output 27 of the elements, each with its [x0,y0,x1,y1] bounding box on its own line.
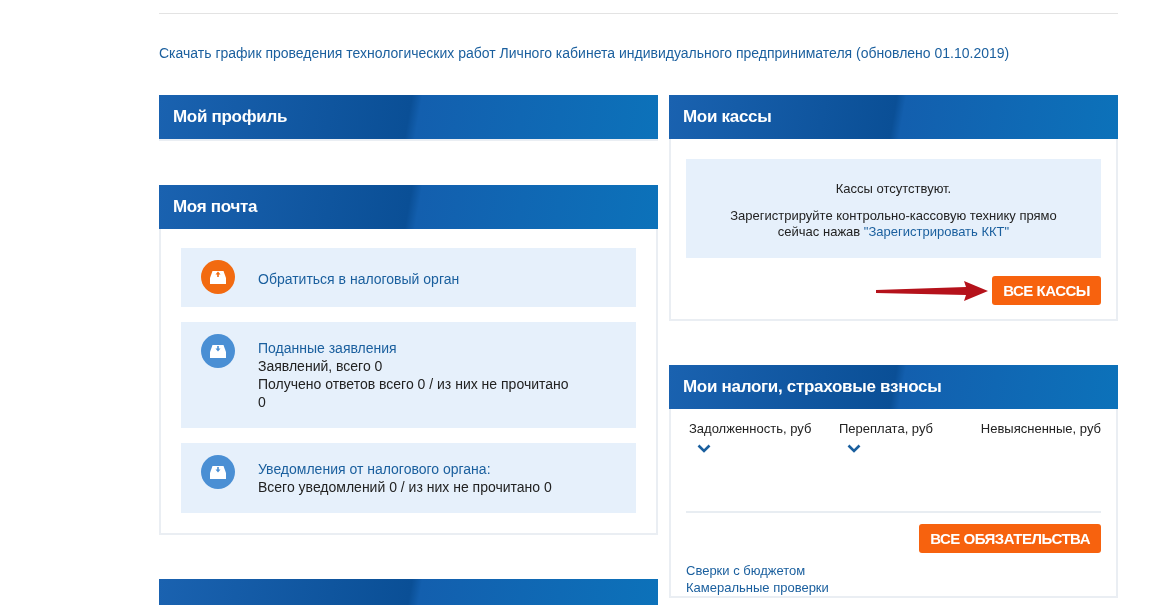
notice-hint: Зарегистрируйте контрольно-кассовую технику прямо сейчас нажав "Зарегистрировать ККТ" [729,208,1058,240]
tax-link[interactable]: Камеральные проверки [686,579,1101,596]
download-tray-icon [201,334,235,368]
panel-title: Моя почта [173,197,258,217]
download-tray-icon [201,455,235,489]
all-registers-button[interactable]: ВСЕ КАССЫ [992,276,1101,305]
panel-title: Мои кассы [683,107,772,127]
register-link[interactable]: "Зарегистрировать ККТ" [863,224,1010,239]
mail-info: Заявлений, всего 0 [258,357,384,375]
mail-link[interactable]: Обратиться в налоговый орган [258,269,460,288]
tax-link[interactable]: Сверки с бюджетом [686,562,1101,579]
download-link[interactable]: Скачать график проведения технологических работ Личного кабинета индивидуального предпринимателя (обновлено 01.10.2019) [159,44,1173,62]
arrow-icon [876,278,989,303]
mail-link[interactable]: Поданные заявления [258,339,578,357]
upload-tray-icon [201,260,235,294]
column-label: Невыясненные, руб [980,421,1101,436]
all-obligations-button[interactable]: ВСЕ ОБЯЗАТЕЛЬСТВА [919,524,1101,553]
chevron-down-icon[interactable] [847,444,861,453]
column-label: Переплата, руб [839,421,935,436]
mail-info: Получено ответов всего 0 / из них не прочитано 0 [258,375,570,411]
panel-title: Мои налоги, страховые взносы [683,377,942,397]
column-label: Задолженность, руб [689,421,813,436]
notice-text: Кассы отсутствуют. [835,181,952,196]
mail-info: Всего уведомлений 0 / из них не прочитано 0 [258,478,552,496]
panel-title: Мой профиль [173,107,288,127]
mail-link[interactable]: Уведомления от налогового органа: [258,460,552,478]
chevron-down-icon[interactable] [697,444,711,453]
